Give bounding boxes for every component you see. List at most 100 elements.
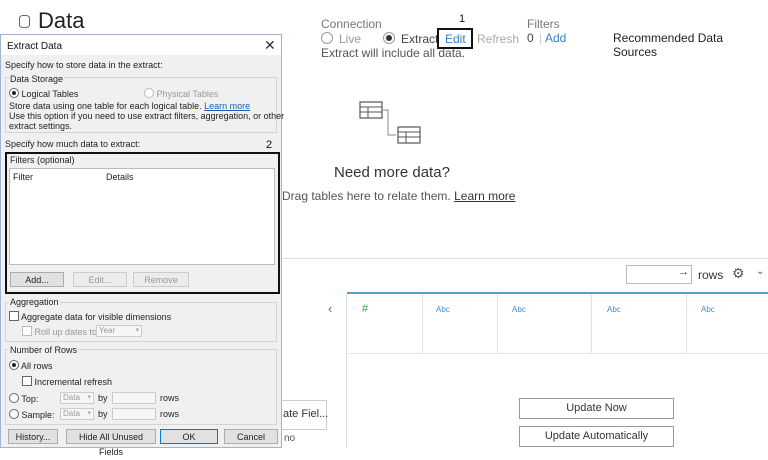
all-rows-label: All rows bbox=[21, 361, 53, 371]
roll-up-select[interactable]: Year bbox=[96, 325, 142, 337]
connection-label: Connection bbox=[321, 17, 382, 31]
storage-learn-more-link[interactable]: Learn more bbox=[204, 101, 250, 111]
storage-description-2: Use this option if you need to use extra… bbox=[9, 111, 285, 121]
store-prompt: Specify how to store data in the extract… bbox=[5, 60, 163, 70]
aggregate-visible-label: Aggregate data for visible dimensions bbox=[21, 312, 172, 322]
annotation-marker-2: 2 bbox=[266, 139, 273, 151]
chevron-left-icon[interactable]: ‹ bbox=[328, 301, 332, 316]
storage-description-1: Store data using one table for each logi… bbox=[9, 101, 250, 111]
remove-filter-button[interactable]: Remove bbox=[133, 272, 189, 287]
incremental-refresh-label: Incremental refresh bbox=[34, 377, 113, 387]
create-field-button[interactable]: ate Fiel... bbox=[283, 408, 328, 420]
extract-radio[interactable]: Extract bbox=[383, 32, 438, 46]
string-type-icon[interactable]: Abc bbox=[512, 305, 526, 314]
filter-column-header: Filter bbox=[13, 172, 33, 182]
incremental-refresh-checkbox[interactable]: Incremental refresh bbox=[22, 376, 112, 387]
grid-column-divider bbox=[497, 294, 498, 354]
radio-selected-icon bbox=[9, 360, 19, 370]
grid-row-divider bbox=[347, 353, 768, 354]
update-now-button[interactable]: Update Now bbox=[519, 398, 674, 419]
top-label: Top: bbox=[21, 394, 39, 404]
live-radio[interactable]: Live bbox=[321, 32, 361, 46]
drag-hint-text: Drag tables here to relate them. bbox=[282, 189, 451, 203]
drag-tables-hint: Drag tables here to relate them. Learn m… bbox=[282, 189, 515, 203]
history-button[interactable]: History... bbox=[8, 429, 58, 444]
hide-unused-fields-button[interactable]: Hide All Unused Fields bbox=[66, 429, 156, 457]
grid-left-border bbox=[346, 294, 347, 448]
add-filter-button[interactable]: Add... bbox=[10, 272, 64, 287]
recommended-data-sources[interactable]: Recommended Data Sources bbox=[613, 31, 768, 59]
aggregate-visible-checkbox[interactable]: Aggregate data for visible dimensions bbox=[9, 311, 171, 322]
top-by-label: by bbox=[98, 393, 108, 403]
logical-tables-label: Logical Tables bbox=[21, 89, 79, 99]
edit-extract-link[interactable]: Edit bbox=[445, 32, 466, 46]
sample-by-label: by bbox=[98, 409, 108, 419]
tables-relationship-icon bbox=[359, 101, 421, 144]
update-automatically-button[interactable]: Update Automatically bbox=[519, 426, 674, 447]
roll-up-checkbox[interactable]: Roll up dates to bbox=[22, 326, 97, 337]
rows-go-arrow[interactable]: → bbox=[678, 266, 689, 278]
live-label: Live bbox=[339, 32, 362, 46]
string-type-icon[interactable]: Abc bbox=[701, 305, 715, 314]
radio-selected-icon bbox=[9, 88, 19, 98]
physical-tables-label: Physical Tables bbox=[156, 89, 219, 99]
string-type-icon[interactable]: Abc bbox=[436, 305, 450, 314]
sample-radio[interactable]: Sample: bbox=[9, 409, 55, 420]
grid-column-divider bbox=[591, 294, 592, 354]
details-column-header: Details bbox=[106, 172, 134, 182]
cancel-button[interactable]: Cancel bbox=[224, 429, 278, 444]
sample-rows-label: rows bbox=[160, 409, 180, 419]
filters-label: Filters bbox=[527, 17, 560, 31]
live-radio-icon bbox=[321, 32, 333, 44]
filters-add-link[interactable]: Add bbox=[545, 31, 566, 45]
grid-header-bar bbox=[347, 292, 768, 294]
filter-list[interactable] bbox=[9, 168, 275, 265]
top-radio[interactable]: Top: bbox=[9, 393, 38, 404]
top-count-input[interactable] bbox=[112, 392, 156, 404]
ok-button[interactable]: OK bbox=[160, 429, 218, 444]
all-rows-radio[interactable]: All rows bbox=[9, 360, 53, 371]
roll-up-label: Roll up dates to bbox=[34, 327, 98, 337]
storage-desc-text: Store data using one table for each logi… bbox=[9, 101, 202, 111]
side-panel-text: no bbox=[284, 433, 296, 444]
data-storage-label: Data Storage bbox=[9, 74, 65, 84]
number-of-rows-label: Number of Rows bbox=[9, 345, 79, 355]
canvas-divider bbox=[282, 258, 768, 259]
extract-label: Extract bbox=[401, 32, 439, 46]
checkbox-icon bbox=[22, 376, 32, 386]
top-data-select[interactable]: Data bbox=[60, 392, 94, 404]
filters-count: 0 bbox=[527, 31, 534, 45]
dialog-title: Extract Data bbox=[7, 41, 63, 52]
amount-prompt: Specify how much data to extract: bbox=[5, 139, 141, 149]
sample-label: Sample: bbox=[21, 410, 55, 420]
checkbox-icon bbox=[22, 326, 32, 336]
close-icon[interactable]: ✕ bbox=[264, 37, 276, 54]
grid-column-divider bbox=[686, 294, 687, 354]
radio-icon bbox=[144, 88, 154, 98]
aggregation-label: Aggregation bbox=[9, 297, 60, 307]
need-more-data-heading: Need more data? bbox=[334, 164, 450, 181]
gear-icon[interactable]: ⚙ bbox=[732, 265, 745, 282]
extract-note: Extract will include all data. bbox=[321, 46, 466, 60]
radio-icon bbox=[9, 409, 19, 419]
database-icon bbox=[19, 15, 30, 28]
string-type-icon[interactable]: Abc bbox=[607, 305, 621, 314]
grid-column-divider bbox=[422, 294, 423, 354]
storage-description-3: extract settings. bbox=[9, 121, 73, 131]
rows-label: rows bbox=[698, 268, 724, 282]
extract-radio-icon bbox=[383, 32, 395, 44]
refresh-link: Refresh bbox=[477, 32, 520, 46]
sample-count-input[interactable] bbox=[112, 408, 156, 420]
page-title: Data bbox=[38, 8, 85, 33]
learn-more-link[interactable]: Learn more bbox=[454, 189, 515, 203]
top-rows-label: rows bbox=[160, 393, 180, 403]
sample-data-select[interactable]: Data bbox=[60, 408, 94, 420]
number-type-icon[interactable]: # bbox=[362, 303, 368, 315]
edit-filter-button[interactable]: Edit... bbox=[73, 272, 127, 287]
filters-group-label: Filters (optional) bbox=[10, 155, 75, 165]
logical-tables-radio[interactable]: Logical Tables bbox=[9, 88, 78, 99]
checkbox-icon bbox=[9, 311, 19, 321]
filters-separator: | bbox=[539, 31, 543, 45]
physical-tables-radio[interactable]: Physical Tables bbox=[144, 88, 218, 99]
chevron-down-icon[interactable]: ⌄ bbox=[756, 266, 764, 277]
